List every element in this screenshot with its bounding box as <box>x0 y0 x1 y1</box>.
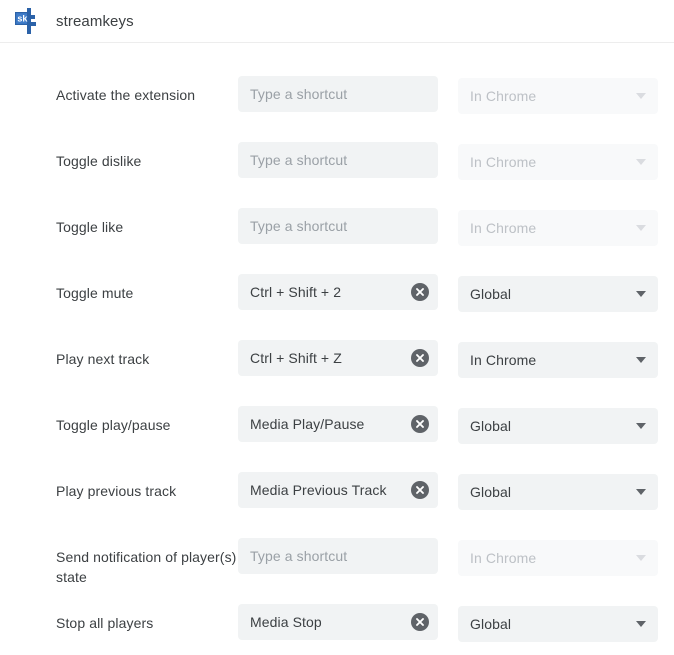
shortcuts-list: Activate the extension Type a shortcut I… <box>0 43 674 655</box>
shortcut-row: Play next track Ctrl + Shift + Z In Chro… <box>0 335 674 401</box>
svg-text:sk: sk <box>17 14 28 24</box>
shortcut-command-label: Toggle like <box>56 219 124 235</box>
shortcut-input[interactable]: Media Play/Pause <box>238 406 438 442</box>
shortcut-scope-value: Global <box>470 616 512 632</box>
shortcut-input[interactable]: Type a shortcut <box>238 142 438 178</box>
shortcut-scope-select[interactable]: Global <box>458 276 658 312</box>
shortcut-scope-select[interactable]: In Chrome <box>458 342 658 378</box>
clear-shortcut-icon[interactable] <box>411 349 429 367</box>
chevron-down-icon <box>636 225 646 231</box>
shortcut-scope-value: In Chrome <box>470 352 537 368</box>
shortcut-command-label: Toggle play/pause <box>56 417 171 433</box>
shortcut-input[interactable]: Media Previous Track <box>238 472 438 508</box>
shortcut-row: Toggle dislike Type a shortcut In Chrome <box>0 137 674 203</box>
shortcut-command-label: Send notification of player(s) state <box>56 549 237 585</box>
shortcut-command-label: Play previous track <box>56 483 177 499</box>
shortcut-scope-value: Global <box>470 484 512 500</box>
chevron-down-icon <box>636 159 646 165</box>
clear-shortcut-icon[interactable] <box>411 481 429 499</box>
shortcut-command-label: Toggle dislike <box>56 153 142 169</box>
chevron-down-icon <box>636 621 646 627</box>
shortcut-row: Toggle like Type a shortcut In Chrome <box>0 203 674 269</box>
shortcut-scope-value: Global <box>470 286 512 302</box>
shortcut-placeholder: Type a shortcut <box>250 152 348 168</box>
shortcut-value: Ctrl + Shift + 2 <box>250 284 342 300</box>
shortcut-row: Activate the extension Type a shortcut I… <box>0 71 674 137</box>
shortcut-row: Play previous track Media Previous Track… <box>0 467 674 533</box>
shortcut-command-label: Play next track <box>56 351 150 367</box>
shortcut-row: Stop all players Media Stop Global <box>0 599 674 655</box>
shortcut-row: Send notification of player(s) state Typ… <box>0 533 674 599</box>
shortcut-input[interactable]: Type a shortcut <box>238 76 438 112</box>
shortcut-command-label: Activate the extension <box>56 87 196 103</box>
shortcut-placeholder: Type a shortcut <box>250 548 348 564</box>
shortcut-scope-select: In Chrome <box>458 540 658 576</box>
shortcut-value: Media Stop <box>250 614 322 630</box>
shortcut-scope-select: In Chrome <box>458 144 658 180</box>
page-title: streamkeys <box>56 12 134 30</box>
streamkeys-logo-icon: sk <box>15 8 36 34</box>
chevron-down-icon <box>636 357 646 363</box>
shortcut-scope-select[interactable]: Global <box>458 474 658 510</box>
shortcut-value: Ctrl + Shift + Z <box>250 350 342 366</box>
shortcut-input[interactable]: Ctrl + Shift + Z <box>238 340 438 376</box>
shortcut-scope-select: In Chrome <box>458 210 658 246</box>
shortcut-command-label: Stop all players <box>56 615 154 631</box>
chevron-down-icon <box>636 291 646 297</box>
shortcut-scope-select: In Chrome <box>458 78 658 114</box>
shortcut-input[interactable]: Type a shortcut <box>238 208 438 244</box>
shortcut-scope-select[interactable]: Global <box>458 606 658 642</box>
shortcut-scope-value: Global <box>470 418 512 434</box>
shortcut-input[interactable]: Type a shortcut <box>238 538 438 574</box>
shortcut-input[interactable]: Media Stop <box>238 604 438 640</box>
shortcut-scope-value: In Chrome <box>470 220 537 236</box>
chevron-down-icon <box>636 489 646 495</box>
shortcut-value: Media Previous Track <box>250 482 387 498</box>
shortcut-value: Media Play/Pause <box>250 416 365 432</box>
shortcut-scope-value: In Chrome <box>470 88 537 104</box>
shortcut-row: Toggle play/pause Media Play/Pause Globa… <box>0 401 674 467</box>
shortcut-input[interactable]: Ctrl + Shift + 2 <box>238 274 438 310</box>
shortcut-placeholder: Type a shortcut <box>250 218 348 234</box>
clear-shortcut-icon[interactable] <box>411 415 429 433</box>
shortcut-command-label: Toggle mute <box>56 285 134 301</box>
shortcut-scope-select[interactable]: Global <box>458 408 658 444</box>
shortcut-row: Toggle mute Ctrl + Shift + 2 Global <box>0 269 674 335</box>
chevron-down-icon <box>636 423 646 429</box>
page-header: sk streamkeys <box>0 0 674 43</box>
chevron-down-icon <box>636 555 646 561</box>
clear-shortcut-icon[interactable] <box>411 283 429 301</box>
shortcut-scope-value: In Chrome <box>470 154 537 170</box>
clear-shortcut-icon[interactable] <box>411 613 429 631</box>
shortcut-scope-value: In Chrome <box>470 550 537 566</box>
shortcut-placeholder: Type a shortcut <box>250 86 348 102</box>
chevron-down-icon <box>636 93 646 99</box>
